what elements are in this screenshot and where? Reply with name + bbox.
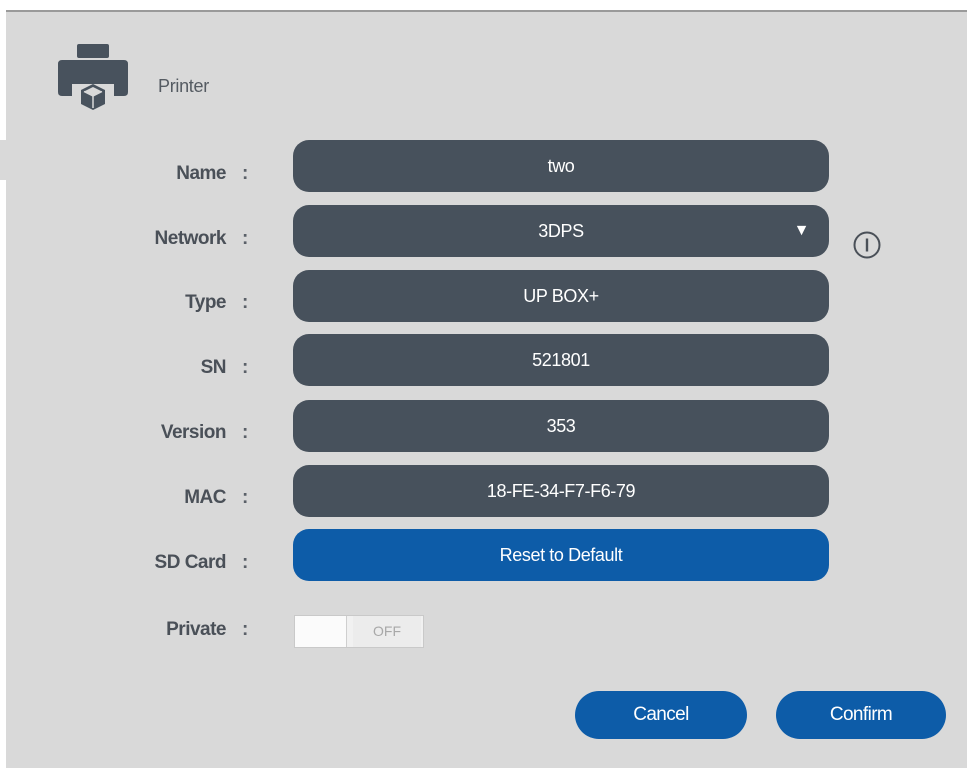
- dialog-title: Printer: [158, 76, 209, 96]
- mac-field: 18-FE-34-F7-F6-79: [293, 465, 829, 517]
- version-label: Version: [160, 422, 227, 443]
- sn-field: 521801: [293, 334, 829, 386]
- confirm-button[interactable]: Confirm: [776, 691, 946, 739]
- reset-to-default-button[interactable]: Reset to Default: [293, 529, 829, 581]
- private-toggle[interactable]: OFF: [294, 615, 424, 648]
- cancel-button[interactable]: Cancel: [575, 691, 747, 739]
- network-value: 3DPS: [538, 220, 584, 241]
- printer-icon: [58, 44, 128, 110]
- name-label: Name: [176, 163, 226, 184]
- printer-settings-dialog: Printer Name : two Network : 3DPS ▼ Type…: [6, 10, 967, 768]
- version-colon: :: [242, 422, 249, 443]
- sn-colon: :: [242, 357, 249, 378]
- mac-label: MAC: [184, 487, 226, 508]
- mac-colon: :: [242, 487, 249, 508]
- info-icon[interactable]: [852, 230, 882, 260]
- network-label: Network: [154, 228, 227, 249]
- network-dropdown[interactable]: 3DPS ▼: [293, 205, 829, 257]
- dropdown-arrow-icon[interactable]: ▼: [794, 222, 810, 240]
- toggle-state-text: OFF: [353, 616, 421, 647]
- sd-card-label: SD Card: [154, 552, 227, 573]
- network-colon: :: [242, 228, 249, 249]
- type-label: Type: [185, 292, 226, 313]
- private-colon: :: [242, 619, 249, 640]
- name-field[interactable]: two: [293, 140, 829, 192]
- name-colon: :: [242, 163, 249, 184]
- sd-card-colon: :: [242, 552, 249, 573]
- type-colon: :: [242, 292, 249, 313]
- version-field: 353: [293, 400, 829, 452]
- toggle-knob[interactable]: [295, 616, 347, 647]
- type-field: UP BOX+: [293, 270, 829, 322]
- private-label: Private: [166, 619, 226, 640]
- sn-label: SN: [200, 357, 227, 378]
